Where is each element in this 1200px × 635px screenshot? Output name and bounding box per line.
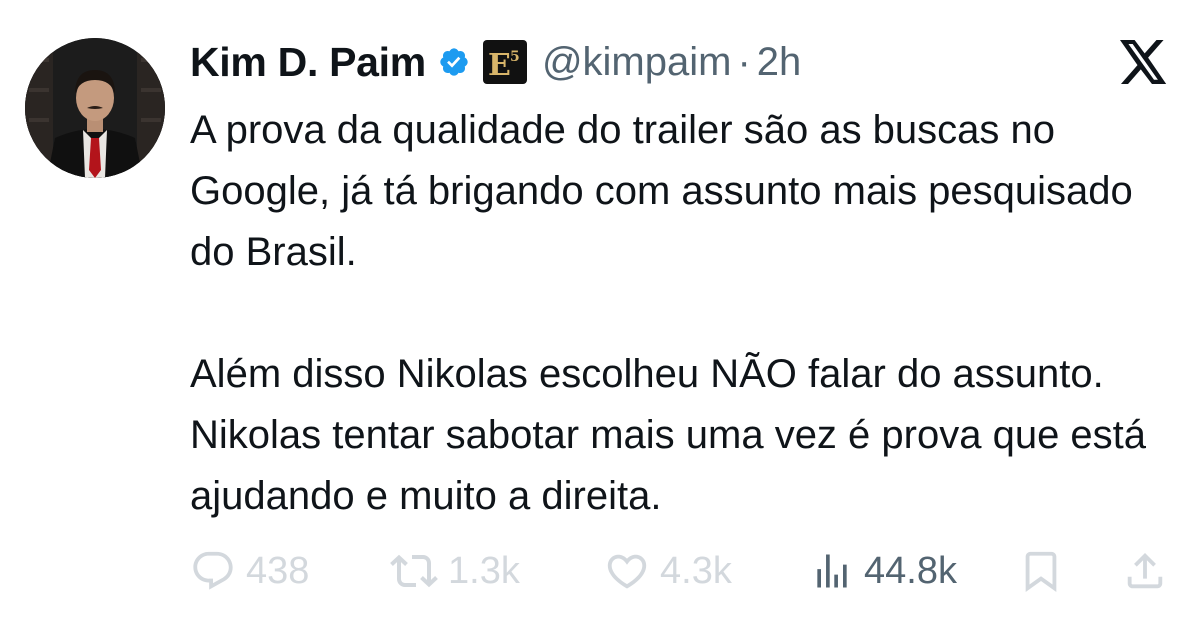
reply-count: 438 [246, 549, 310, 592]
author-handle[interactable]: @kimpaim [542, 40, 732, 85]
affiliation-badge-letter: E [488, 48, 511, 83]
reply-button[interactable]: 438 [190, 543, 309, 599]
header-separator: · [737, 39, 751, 84]
repost-button[interactable]: 1.3k [390, 543, 520, 599]
share-button[interactable] [1122, 543, 1168, 599]
views-chart-icon [817, 554, 847, 588]
heart-icon [607, 554, 647, 589]
views-button[interactable]: 44.8k [810, 543, 957, 599]
reply-icon [193, 551, 233, 590]
tweet-header: Kim D. Paim E 5 @kimpaim · 2h [190, 34, 801, 90]
avatar-image [25, 38, 165, 178]
tweet-text: A prova da qualidade do trailer são as b… [190, 100, 1180, 527]
tweet-card: Kim D. Paim E 5 @kimpaim · 2h A prova da… [0, 0, 1200, 635]
author-display-name[interactable]: Kim D. Paim [190, 39, 426, 86]
tweet-timestamp[interactable]: 2h [757, 40, 802, 85]
views-count: 44.8k [864, 549, 957, 592]
avatar[interactable] [25, 38, 165, 178]
tweet-paragraph-1: A prova da qualidade do trailer são as b… [190, 108, 1133, 274]
verified-badge-icon[interactable] [438, 46, 470, 78]
affiliation-badge-icon[interactable]: E 5 [482, 39, 528, 85]
tweet-paragraph-2: Além disso Nikolas escolheu NÃO falar do… [190, 352, 1147, 518]
tweet-actions: 438 1.3k 4.3k 44.8k [190, 543, 1180, 599]
affiliation-badge-number: 5 [510, 49, 520, 65]
bookmark-button[interactable] [1018, 543, 1064, 599]
bookmark-icon [1025, 551, 1057, 592]
x-logo-icon [1118, 40, 1170, 84]
share-icon [1127, 552, 1163, 589]
repost-count: 1.3k [448, 549, 520, 592]
like-count: 4.3k [660, 549, 732, 592]
like-button[interactable]: 4.3k [604, 543, 732, 599]
repost-icon [390, 554, 438, 588]
